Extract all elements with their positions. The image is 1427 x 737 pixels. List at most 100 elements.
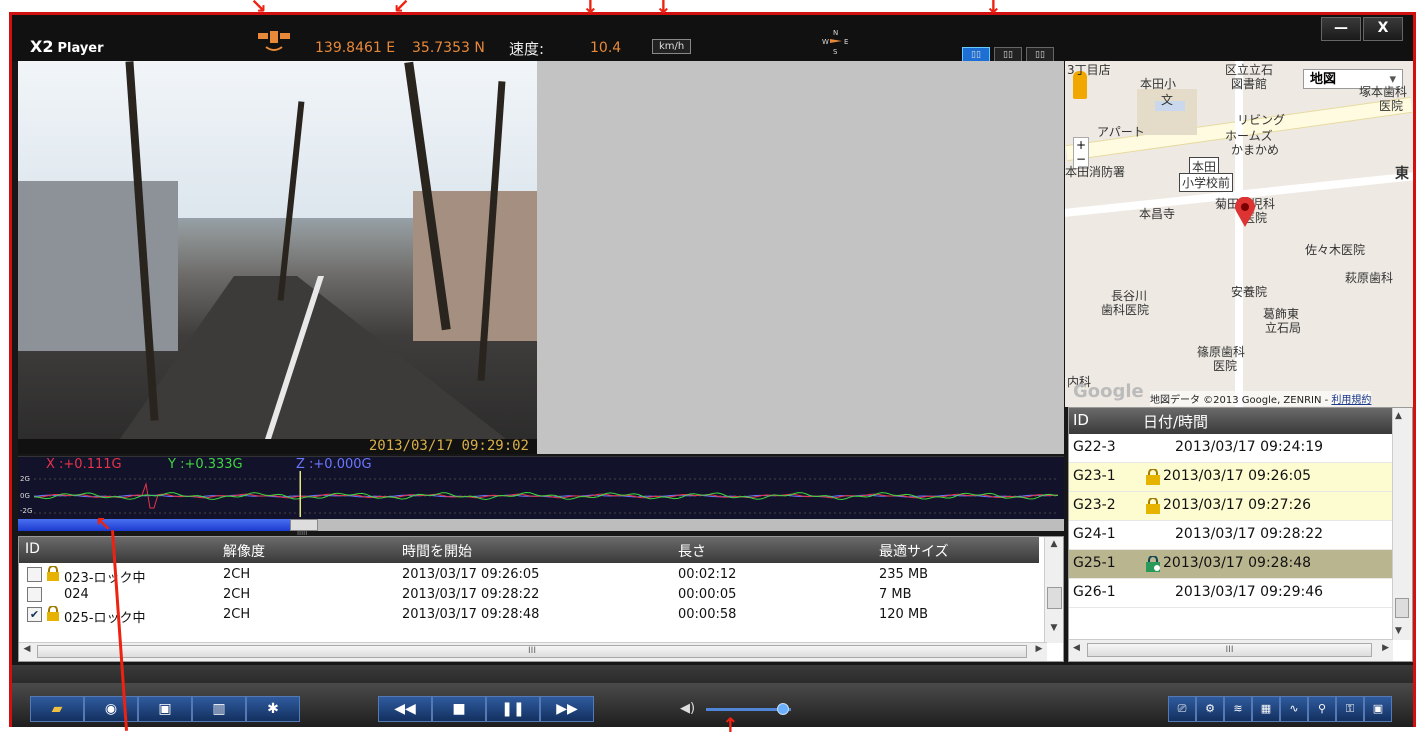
file-table-horizontal-scrollbar[interactable]: ◀ III ▶ <box>19 642 1047 661</box>
map-label: 立石局 <box>1265 321 1302 335</box>
playback-progress-thumb[interactable]: IIIII <box>289 519 318 537</box>
event-datetime: 2013/03/17 09:26:05 <box>1163 468 1312 484</box>
map-label: 医院 <box>1379 99 1404 113</box>
file-table-vertical-scrollbar[interactable]: ▲ ▼ <box>1044 537 1063 643</box>
scroll-left-arrow-icon[interactable]: ◀ <box>1073 643 1080 653</box>
annotation-arrow-icon: ↘ <box>250 0 267 18</box>
row-size: 235 MB <box>879 567 929 582</box>
scroll-thumb[interactable] <box>1395 598 1409 618</box>
column-header-id[interactable]: ID <box>1073 411 1089 429</box>
video-timestamp-bar: 2013/03/17 09:29:02 <box>18 438 537 454</box>
file-table-header: ID 解像度 時間を開始 長さ 最適サイズ <box>19 537 1039 563</box>
terms-link[interactable]: 利用規約 <box>1331 395 1371 406</box>
column-header-size[interactable]: 最適サイズ <box>879 541 949 561</box>
column-header-resolution[interactable]: 解像度 <box>223 541 265 561</box>
map-attribution: 地図データ ©2013 Google, ZENRIN - 利用規約 <box>1150 391 1372 406</box>
row-checkbox[interactable] <box>27 567 42 582</box>
event-datetime: 2013/03/17 09:28:22 <box>1175 526 1324 542</box>
row-id: 024 <box>64 587 89 602</box>
scroll-thumb[interactable] <box>1047 587 1062 609</box>
save-button[interactable]: ▣ <box>138 696 192 722</box>
pause-button[interactable]: ❚❚ <box>486 696 540 722</box>
map-label: 萩原歯科 <box>1345 271 1394 285</box>
compass-n: N <box>833 29 838 37</box>
map-button[interactable]: ▦ <box>1252 696 1280 722</box>
screen-button[interactable]: ⎚ <box>1168 696 1196 722</box>
front-camera-view[interactable] <box>18 61 537 454</box>
fullscreen-button[interactable]: ▣ <box>1364 696 1392 722</box>
event-id: G24-1 <box>1073 526 1116 542</box>
scroll-thumb[interactable]: III <box>37 645 1027 658</box>
row-size: 120 MB <box>879 607 929 622</box>
scroll-left-arrow-icon[interactable]: ◀ <box>19 644 35 654</box>
row-length: 00:00:58 <box>678 607 737 622</box>
stop-button[interactable]: ■ <box>432 696 486 722</box>
map-label: 安養院 <box>1231 285 1268 299</box>
snapshot-button[interactable]: ◉ <box>84 696 138 722</box>
annotation-arrow-icon: ↓ <box>985 0 1002 18</box>
list-item-selected[interactable]: G25-1 2013/03/17 09:28:48 <box>1069 550 1394 579</box>
table-row[interactable]: 024 2CH 2013/03/17 09:28:22 00:00:05 7 M… <box>19 585 1039 605</box>
event-id: G25-1 <box>1073 555 1116 571</box>
lock-icon <box>1146 469 1160 485</box>
map-label: かまかめ <box>1231 143 1280 157</box>
event-list-horizontal-scrollbar[interactable]: ◀ III ▶ <box>1069 639 1393 661</box>
open-folder-button[interactable]: ▰ <box>30 696 84 722</box>
speed-unit-toggle[interactable]: km/h <box>652 39 692 54</box>
column-header-id[interactable]: ID <box>25 541 40 557</box>
tools-group: ⎚ ⚙ ≋ ▦ ∿ ⚲ ⚿ ▣ <box>1168 696 1392 722</box>
list-item[interactable]: G24-1 2013/03/17 09:28:22 <box>1069 521 1394 550</box>
rewind-button[interactable]: ◀◀ <box>378 696 432 722</box>
event-datetime: 2013/03/17 09:27:26 <box>1163 497 1312 513</box>
map-label: 小学校前 <box>1179 173 1234 192</box>
row-id: 023-ロック中 <box>64 571 146 586</box>
table-row[interactable]: 023-ロック中 2CH 2013/03/17 09:26:05 00:02:1… <box>19 565 1039 586</box>
map-label: 東 <box>1395 166 1409 182</box>
volume-knob[interactable] <box>776 703 789 715</box>
graph-button[interactable]: ∿ <box>1280 696 1308 722</box>
delete-button[interactable]: ▥ <box>192 696 246 722</box>
rear-camera-view[interactable] <box>537 61 1064 454</box>
row-length: 00:00:05 <box>678 587 737 602</box>
annotation-arrow-icon: ↖ <box>95 512 112 536</box>
location-pin-icon <box>1235 197 1255 227</box>
scroll-up-arrow-icon[interactable]: ▲ <box>1045 539 1063 555</box>
scroll-thumb[interactable]: III <box>1087 643 1372 657</box>
settings-button[interactable]: ✱ <box>246 696 300 722</box>
playback-progress-bar[interactable]: IIIII <box>18 519 1064 537</box>
scroll-down-arrow-icon[interactable]: ▼ <box>1395 626 1402 636</box>
scroll-up-arrow-icon[interactable]: ▲ <box>1395 411 1402 421</box>
minimize-button[interactable]: — <box>1321 17 1361 41</box>
event-datetime: 2013/03/17 09:28:48 <box>1163 555 1312 571</box>
row-start-time: 2013/03/17 09:28:22 <box>402 587 540 602</box>
lock-icon <box>47 606 59 621</box>
file-actions-group: ▰ ◉ ▣ ▥ ✱ <box>30 696 300 722</box>
table-row[interactable]: ✔ 025-ロック中 2CH 2013/03/17 09:28:48 00:00… <box>19 605 1039 626</box>
scroll-right-arrow-icon[interactable]: ▶ <box>1382 643 1389 653</box>
list-item[interactable]: G22-3 2013/03/17 09:24:19 <box>1069 434 1394 463</box>
row-checkbox[interactable]: ✔ <box>27 607 42 622</box>
scroll-down-arrow-icon[interactable]: ▼ <box>1045 623 1063 639</box>
list-item[interactable]: G23-1 2013/03/17 09:26:05 <box>1069 463 1394 492</box>
close-button[interactable]: X <box>1363 17 1403 41</box>
map-label: 本田小 <box>1140 77 1177 91</box>
scroll-right-arrow-icon[interactable]: ▶ <box>1031 644 1047 654</box>
network-button[interactable]: ≋ <box>1224 696 1252 722</box>
list-item[interactable]: G26-1 2013/03/17 09:29:46 <box>1069 579 1394 608</box>
column-header-length[interactable]: 長さ <box>678 541 706 561</box>
lock-button[interactable]: ⚿ <box>1336 696 1364 722</box>
search-button[interactable]: ⚲ <box>1308 696 1336 722</box>
g-sensor-graph[interactable]: X :+0.111G Y :+0.333G Z :+0.000G 2G 0G -… <box>18 456 1064 519</box>
event-list-vertical-scrollbar[interactable]: ▲ ▼ <box>1392 408 1412 640</box>
fast-forward-button[interactable]: ▶▶ <box>540 696 594 722</box>
transport-controls: ◀◀ ■ ❚❚ ▶▶ <box>378 696 594 722</box>
list-item[interactable]: G23-2 2013/03/17 09:27:26 <box>1069 492 1394 521</box>
gear-tool-button[interactable]: ⚙ <box>1196 696 1224 722</box>
speaker-icon[interactable]: ◀) <box>680 701 695 716</box>
lock-info-icon <box>1146 556 1160 572</box>
column-header-start-time[interactable]: 時間を開始 <box>402 541 472 561</box>
column-header-datetime[interactable]: 日付/時間 <box>1143 411 1208 432</box>
row-checkbox[interactable] <box>27 587 42 602</box>
map-view[interactable]: +− 地図 3丁目店 本田小 文 区立立石 図書館 塚本歯科 医院 リビング ホ… <box>1065 61 1413 407</box>
map-label: 佐々木医院 <box>1305 243 1366 257</box>
